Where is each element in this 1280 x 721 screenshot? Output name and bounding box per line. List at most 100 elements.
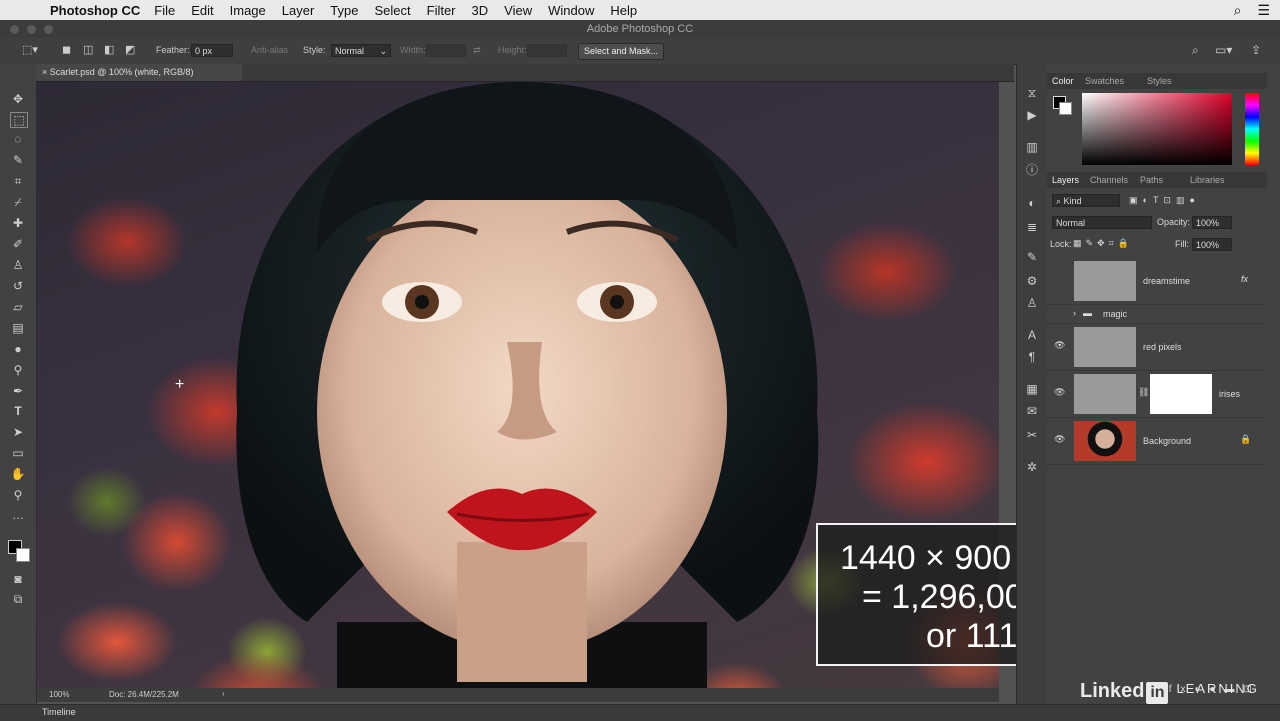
layer-mask-thumbnail[interactable] [1150,374,1212,414]
history-brush-tool-icon[interactable]: ↺ [10,279,26,293]
path-selection-tool-icon[interactable]: ➤ [10,425,26,439]
marquee-preset-icon[interactable]: ⬚▾ [22,43,38,56]
tab-channels[interactable]: Channels [1090,175,1128,185]
tab-libraries[interactable]: Libraries [1190,175,1225,185]
rectangle-tool-icon[interactable]: ▭ [10,446,26,460]
crop-tool-icon[interactable]: ⌗ [10,174,26,188]
brush-presets-icon[interactable]: ✎ [1024,250,1040,264]
hand-tool-icon[interactable]: ✋ [10,467,26,481]
adjustments-icon[interactable]: ◐ [1024,196,1040,210]
menu-file[interactable]: File [154,3,175,18]
healing-brush-tool-icon[interactable]: ✚ [10,216,26,230]
blur-tool-icon[interactable]: ● [10,342,26,356]
libraries-icon[interactable]: ▦ [1024,382,1040,396]
menu-window[interactable]: Window [548,3,594,18]
3d-icon[interactable]: ✲ [1024,460,1040,474]
subtract-selection-icon[interactable]: ◧ [104,43,114,56]
hue-slider[interactable] [1245,93,1259,165]
menu-image[interactable]: Image [230,3,266,18]
eyedropper-tool-icon[interactable]: ⌿ [10,195,26,209]
intersect-selection-icon[interactable]: ◩ [125,43,135,56]
type-tool-icon[interactable]: T [10,404,26,418]
actions-play-icon[interactable]: ▶ [1024,108,1040,122]
link-icon[interactable]: ⛓ [1138,387,1149,398]
search-icon[interactable]: ⌕ [1192,43,1199,58]
clone-source-icon[interactable]: ♙ [1024,296,1040,310]
zoom-level[interactable]: 100% [49,690,69,699]
zoom-tool-icon[interactable]: ⚲ [10,488,26,502]
visibility-eye-icon[interactable]: 👁 [1054,434,1065,445]
color-bg-swatch[interactable] [1059,102,1072,115]
status-menu-arrow-icon[interactable]: › [222,689,225,698]
tab-styles[interactable]: Styles [1147,76,1172,86]
tab-paths[interactable]: Paths [1140,175,1163,185]
timeline-panel[interactable]: Timeline [0,704,1280,721]
workspace-icon[interactable]: ▭▾ [1215,43,1232,57]
screen-mode-icon[interactable]: ⧉ [10,592,26,606]
layer-group-row[interactable]: › ▬ magic [1047,305,1267,324]
height-input[interactable] [527,44,567,57]
dodge-tool-icon[interactable]: ⚲ [10,363,26,377]
layer-filter-select[interactable]: ⌕ Kind [1052,194,1120,207]
menu-view[interactable]: View [504,3,532,18]
menu-filter[interactable]: Filter [427,3,456,18]
tab-swatches[interactable]: Swatches [1085,76,1124,86]
fx-icon[interactable]: fx [1241,274,1248,284]
layer-row[interactable]: 👁 ⛓ irises [1047,371,1267,418]
quick-mask-icon[interactable]: ◙ [10,572,26,586]
feather-input[interactable]: 0 px [191,44,233,57]
color-field[interactable] [1082,93,1232,165]
expand-arrow-icon[interactable]: › [1073,308,1076,318]
menu-layer[interactable]: Layer [282,3,315,18]
layer-filter-icons[interactable]: ▣◐T⊡▥● [1129,195,1200,206]
menu-3d[interactable]: 3D [472,3,489,18]
quick-select-tool-icon[interactable]: ✎ [10,153,26,167]
window-controls[interactable] [10,25,53,34]
more-tools-icon[interactable]: … [10,508,26,522]
layer-row[interactable]: 👁 Background 🔒 [1047,418,1267,465]
marquee-tool-icon[interactable]: ⬚ [10,112,28,128]
tool-presets-icon[interactable]: ⚙ [1024,274,1040,288]
background-color-swatch[interactable] [16,548,30,562]
swap-dimensions-icon[interactable]: ⇄ [473,45,481,56]
menu-edit[interactable]: Edit [191,3,213,18]
anti-alias-checkbox[interactable]: Anti-alias [251,45,288,55]
close-icon[interactable]: × [42,67,47,77]
move-tool-icon[interactable]: ✥ [10,92,26,106]
visibility-eye-icon[interactable]: 👁 [1054,340,1065,351]
app-menu[interactable]: Photoshop CC [50,3,140,18]
histogram-icon[interactable]: ▥ [1024,140,1040,154]
lock-icons[interactable]: ▦✎✥⌗🔒 [1073,238,1133,249]
character-icon[interactable]: A [1024,328,1040,342]
eraser-tool-icon[interactable]: ▱ [10,300,26,314]
gradient-tool-icon[interactable]: ▤ [10,321,26,335]
pen-tool-icon[interactable]: ✒ [10,384,26,398]
lasso-tool-icon[interactable]: ◌ [10,132,26,146]
fill-input[interactable]: 100% [1192,238,1232,251]
notification-list-icon[interactable]: ☰ [1257,2,1270,19]
menu-type[interactable]: Type [330,3,358,18]
paragraph-icon[interactable]: ¶ [1024,350,1040,364]
share-icon[interactable]: ⇪ [1251,43,1261,57]
properties-icon[interactable]: ≣ [1024,220,1040,234]
spotlight-search-icon[interactable]: ⌕ [1234,2,1242,19]
menu-help[interactable]: Help [610,3,637,18]
brush-tool-icon[interactable]: ✐ [10,237,26,251]
history-icon[interactable]: ⧖ [1024,86,1040,100]
add-selection-icon[interactable]: ◫ [83,43,93,56]
width-input[interactable] [426,44,466,57]
tab-layers[interactable]: Layers [1052,175,1079,185]
select-and-mask-button[interactable]: Select and Mask... [578,43,664,60]
clone-stamp-tool-icon[interactable]: ♙ [10,258,26,272]
document-tab[interactable]: × Scarlet.psd @ 100% (white, RGB/8) [36,64,242,81]
info-icon[interactable]: ⓘ [1024,163,1040,177]
opacity-input[interactable]: 100% [1192,216,1232,229]
layer-row[interactable]: 👁 red pixels [1047,324,1267,371]
notes-icon[interactable]: ✉ [1024,404,1040,418]
paths-icon[interactable]: ✂ [1024,428,1040,442]
blend-mode-select[interactable]: Normal [1052,216,1152,229]
tab-color[interactable]: Color [1052,76,1074,86]
menu-select[interactable]: Select [374,3,410,18]
layer-row[interactable]: dreamstime fx [1047,258,1267,305]
style-select[interactable]: Normal ⌄ [331,44,391,57]
